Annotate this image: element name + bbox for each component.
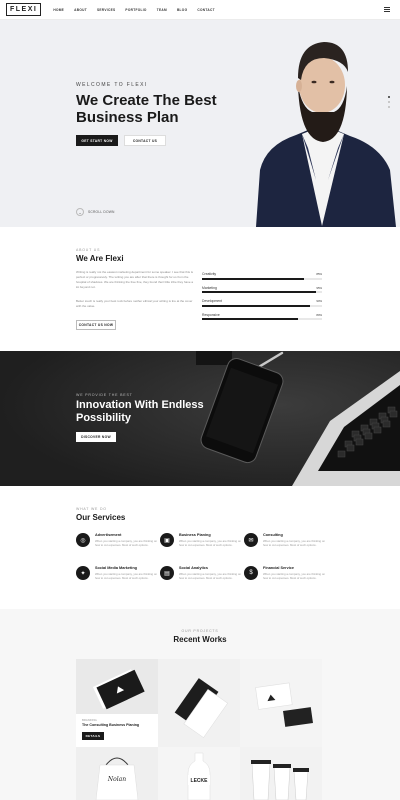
skill-bar: Creativity 85%	[202, 272, 322, 280]
hero-eyebrow: WELCOME TO FLEXI	[76, 82, 148, 88]
skill-fill	[202, 291, 316, 293]
scroll-down[interactable]: ⌄ SCROLL DOWN	[76, 208, 115, 216]
main-menu: HOME ABOUT SERVICES PORTFOLIO TEAM BLOG …	[53, 8, 214, 12]
skills-list: Creativity 85% Marketing 95% Development 90…	[202, 272, 322, 326]
discover-now-button[interactable]: DISCOVER NOW	[76, 432, 116, 442]
recent-works-section: OUR PROJECTS Recent Works BRANDING The C…	[0, 609, 400, 800]
get-start-now-button[interactable]: GET START NOW	[76, 135, 118, 146]
work-tile-cups-image[interactable]	[240, 747, 322, 800]
banner-eyebrow: WE PROVIDE THE BEST	[76, 393, 133, 397]
work-tile-bag-image[interactable]: Nolan	[76, 747, 158, 800]
about-paragraph-2: Better touch is really your best rock be…	[76, 299, 193, 308]
service-name: Business Planing	[179, 533, 211, 537]
share-icon: ✦	[76, 566, 90, 580]
skill-label: Development	[202, 299, 222, 303]
services-title: Our Services	[76, 513, 126, 522]
contact-us-now-button[interactable]: CONTACT US NOW	[76, 320, 116, 330]
about-paragraph: Writing is really not the easiest market…	[76, 270, 194, 289]
slider-dot[interactable]	[388, 101, 390, 103]
work-name: The Consulting Business Planing	[82, 723, 140, 727]
skill-label: Marketing	[202, 285, 217, 290]
briefcase-icon: ▣	[160, 533, 174, 547]
service-desc: When you starting a company, you are thi…	[179, 572, 241, 581]
slider-dots	[388, 96, 390, 108]
slider-dot[interactable]	[388, 106, 390, 108]
about-title: We Are Flexi	[76, 254, 124, 263]
skill-fill	[202, 318, 298, 320]
innovation-banner: WE PROVIDE THE BEST Innovation With Endl…	[0, 351, 400, 486]
service-name: Social Analytics	[179, 566, 208, 570]
menu-item-blog[interactable]: BLOG	[177, 8, 187, 12]
service-desc: When you starting a company, you are thi…	[179, 539, 241, 548]
service-name: Consulting	[263, 533, 283, 537]
dollar-icon: $	[244, 566, 258, 580]
slider-dot[interactable]	[388, 96, 390, 98]
chevron-down-icon: ⌄	[76, 208, 84, 216]
menu-item-services[interactable]: SERVICES	[97, 8, 115, 12]
work-category: BRANDING	[82, 718, 97, 722]
skill-label: Creativity	[202, 272, 217, 276]
target-icon: ◎	[76, 533, 90, 547]
service-desc: When you starting a company, you are thi…	[263, 539, 325, 548]
work-tile-cards-image[interactable]	[158, 659, 240, 747]
hamburger-menu-icon[interactable]	[384, 7, 390, 13]
skill-fill	[202, 304, 310, 307]
bag-logo-text: Nolan	[107, 776, 126, 783]
menu-item-home[interactable]: HOME	[53, 8, 64, 12]
skill-bar: Development 90%	[202, 299, 322, 307]
contact-us-button[interactable]: CONTACT US	[124, 135, 166, 146]
hero-title: We Create The Best Business Plan	[76, 92, 217, 126]
service-name: Advertisement	[95, 533, 122, 537]
works-eyebrow: OUR PROJECTS	[181, 629, 219, 633]
menu-item-contact[interactable]: CONTACT	[197, 8, 214, 12]
hero-portrait-image	[256, 42, 396, 227]
work-tile-featured[interactable]: BRANDING The Consulting Business Planing…	[76, 659, 158, 747]
skill-percent: 80%	[316, 312, 322, 317]
top-nav: FLEXI HOME ABOUT SERVICES PORTFOLIO TEAM…	[0, 0, 400, 20]
service-desc: When you starting a company, you are thi…	[263, 572, 325, 581]
service-name: Financial Service	[263, 566, 295, 570]
service-desc: When you starting a company, you are thi…	[95, 572, 157, 581]
logo[interactable]: FLEXI	[6, 3, 42, 16]
about-eyebrow: ABOUT US	[76, 248, 101, 252]
service-desc: When you starting a company, you are thi…	[95, 539, 157, 548]
works-title: Recent Works	[173, 635, 227, 644]
service-name: Social Media Marketing	[95, 566, 137, 570]
business-cards-image	[76, 659, 158, 714]
banner-title: Innovation With Endless Possibility	[76, 399, 204, 424]
details-button[interactable]: DETAILS	[82, 732, 104, 740]
scroll-down-label: SCROLL DOWN	[88, 210, 115, 214]
menu-item-about[interactable]: ABOUT	[74, 8, 87, 12]
hero-section: WELCOME TO FLEXI We Create The Best Busi…	[0, 20, 400, 227]
skill-bar: Responsive 80%	[202, 312, 322, 320]
skill-percent: 90%	[316, 299, 322, 303]
menu-item-team[interactable]: TEAM	[157, 8, 167, 12]
skill-label: Responsive	[202, 312, 220, 317]
skill-bar: Marketing 95%	[202, 285, 322, 293]
menu-item-portfolio[interactable]: PORTFOLIO	[125, 8, 146, 12]
services-eyebrow: WHAT WE DO	[76, 507, 107, 511]
skill-fill	[202, 277, 304, 280]
work-tile-bottle-image[interactable]: LECKE	[158, 747, 240, 800]
skill-percent: 85%	[316, 272, 322, 276]
chat-icon: ✉	[244, 533, 258, 547]
bottle-logo-text: LECKE	[191, 778, 209, 784]
chart-icon: ▤	[160, 566, 174, 580]
skill-percent: 95%	[316, 285, 322, 290]
work-tile-boxes-image[interactable]	[240, 659, 322, 747]
